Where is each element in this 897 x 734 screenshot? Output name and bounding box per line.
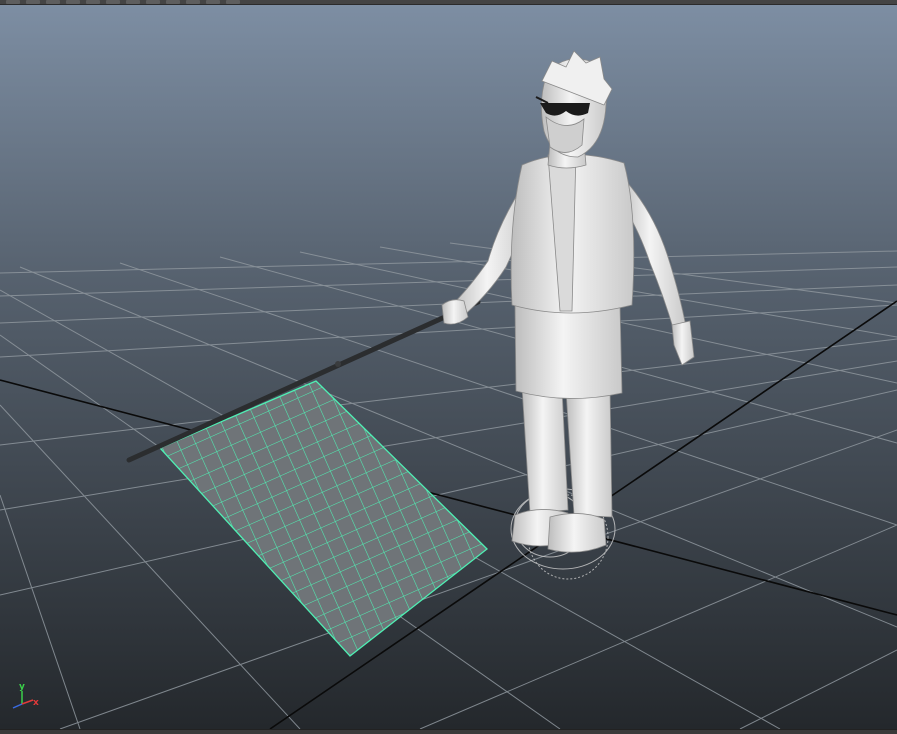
toolbar-button[interactable] — [86, 0, 100, 4]
viewport-background — [0, 5, 897, 729]
toolbar-button[interactable] — [26, 0, 40, 4]
gizmo-y-label: y — [19, 682, 25, 692]
toolbar-button[interactable] — [226, 0, 240, 4]
toolbar-button[interactable] — [166, 0, 180, 4]
toolbar-button[interactable] — [126, 0, 140, 4]
viewport-scene[interactable]: y x — [0, 5, 897, 729]
toolbar-button[interactable] — [146, 0, 160, 4]
toolbar-button[interactable] — [46, 0, 60, 4]
toolbar-button[interactable] — [66, 0, 80, 4]
3d-viewport[interactable]: y x — [0, 5, 897, 729]
gizmo-x-label: x — [33, 698, 39, 708]
viewport-bottom-border — [0, 729, 897, 734]
toolbar-button[interactable] — [106, 0, 120, 4]
toolbar-button[interactable] — [6, 0, 20, 4]
toolbar-button[interactable] — [206, 0, 220, 4]
pole-joint — [335, 361, 341, 367]
toolbar-button[interactable] — [186, 0, 200, 4]
